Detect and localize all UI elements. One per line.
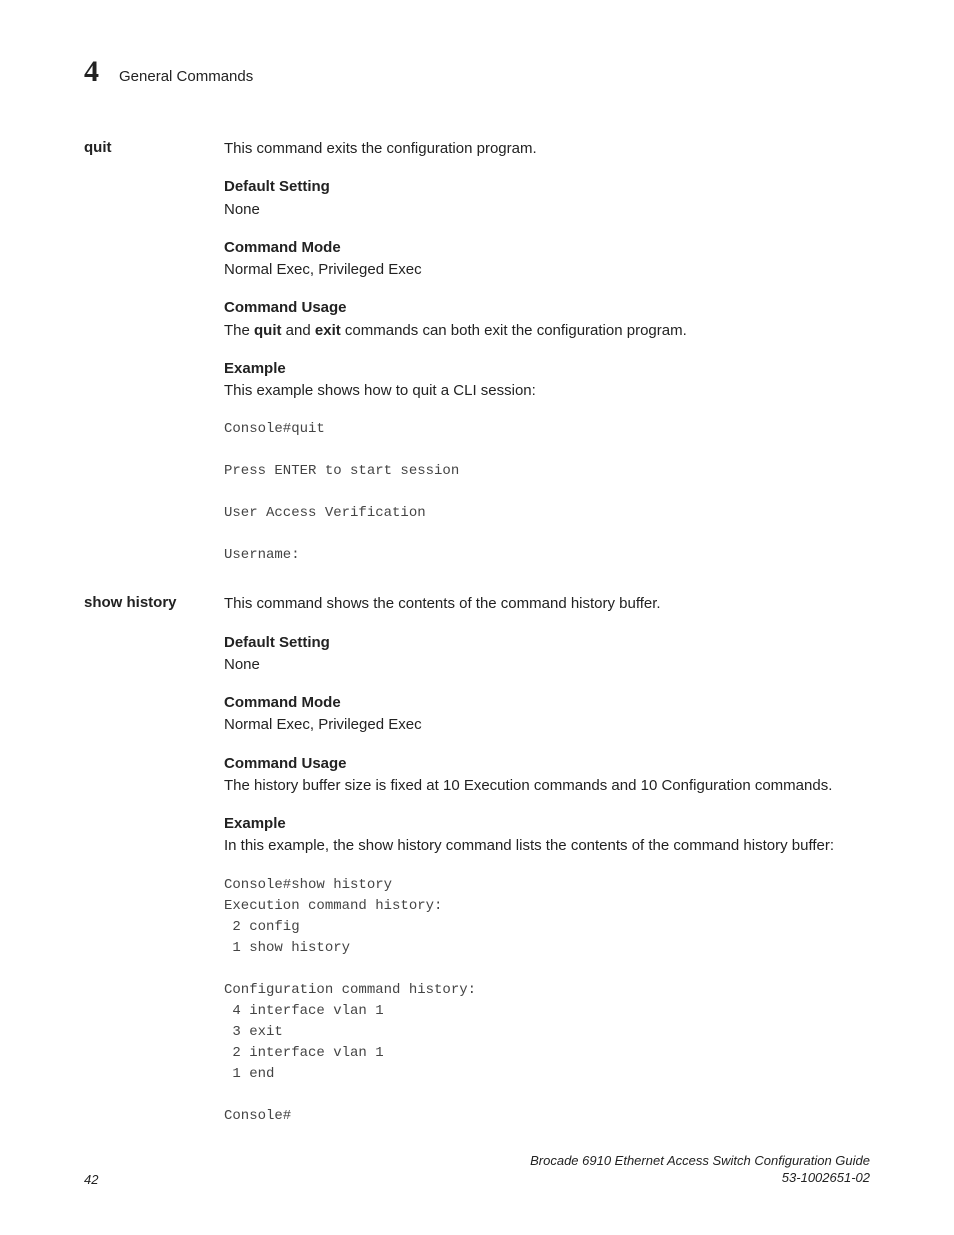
quit-default-setting-heading: Default Setting [224, 177, 870, 197]
document-page: 4 General Commands quit This command exi… [0, 0, 954, 1235]
quit-intro: This command exits the configuration pro… [224, 139, 870, 159]
show-history-command-mode-value: Normal Exec, Privileged Exec [224, 715, 870, 735]
footer-doc-info: Brocade 6910 Ethernet Access Switch Conf… [530, 1153, 870, 1187]
quit-usage-post: commands can both exit the configuration… [341, 322, 687, 339]
section-show-history-content: This command shows the contents of the c… [224, 594, 870, 1126]
chapter-number: 4 [84, 55, 99, 89]
quit-command-mode-value: Normal Exec, Privileged Exec [224, 260, 870, 280]
show-history-command-mode-heading: Command Mode [224, 693, 870, 713]
quit-default-setting-value: None [224, 200, 870, 220]
quit-example-intro: This example shows how to quit a CLI ses… [224, 381, 870, 401]
show-history-example-code: Console#show history Execution command h… [224, 875, 870, 1127]
footer-doc-title: Brocade 6910 Ethernet Access Switch Conf… [530, 1153, 870, 1170]
section-quit-content: This command exits the configuration pro… [224, 139, 870, 566]
section-quit: quit This command exits the configuratio… [84, 139, 870, 566]
page-number: 42 [84, 1172, 98, 1187]
section-show-history: show history This command shows the cont… [84, 594, 870, 1126]
show-history-default-setting-heading: Default Setting [224, 633, 870, 653]
show-history-default-setting-value: None [224, 655, 870, 675]
quit-command-usage-heading: Command Usage [224, 298, 870, 318]
quit-command-mode-heading: Command Mode [224, 238, 870, 258]
section-heading-show-history: show history [84, 594, 219, 611]
page-footer: 42 Brocade 6910 Ethernet Access Switch C… [84, 1153, 870, 1187]
show-history-example-heading: Example [224, 814, 870, 834]
quit-usage-pre: The [224, 322, 254, 339]
footer-doc-id: 53-1002651-02 [530, 1170, 870, 1187]
show-history-example-intro: In this example, the show history comman… [224, 836, 870, 856]
quit-example-code: Console#quit Press ENTER to start sessio… [224, 419, 870, 566]
quit-command-usage-value: The quit and exit commands can both exit… [224, 321, 870, 341]
quit-usage-bold2: exit [315, 322, 341, 339]
section-heading-quit: quit [84, 139, 219, 156]
quit-usage-bold1: quit [254, 322, 282, 339]
show-history-command-usage-value: The history buffer size is fixed at 10 E… [224, 776, 870, 796]
show-history-intro: This command shows the contents of the c… [224, 594, 870, 614]
quit-example-heading: Example [224, 359, 870, 379]
show-history-command-usage-heading: Command Usage [224, 754, 870, 774]
quit-usage-mid: and [282, 322, 315, 339]
page-header: 4 General Commands [84, 55, 870, 89]
chapter-title: General Commands [119, 68, 253, 85]
